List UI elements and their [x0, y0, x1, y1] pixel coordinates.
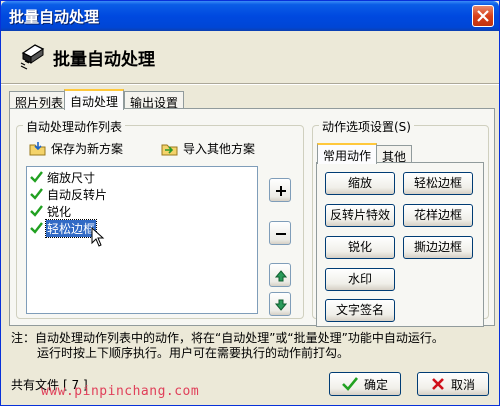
action-options-group-label: 动作选项设置(S) [319, 118, 414, 135]
tab-photo-list[interactable]: 照片列表 [9, 91, 70, 110]
watermark-button[interactable]: 水印 [325, 268, 395, 291]
auto-process-panel: 自动处理动作列表 保存为新方案 导入其他方案 缩放尺寸 自动反转片 锐化 轻松边… [9, 108, 495, 327]
reversal-film-effect-button[interactable]: 反转片特效 [325, 204, 395, 227]
help-note-line-1: 注：自动处理动作列表中的动作，将在“自动处理”或“批量处理”功能中自动运行。 [11, 331, 444, 345]
list-item-selected[interactable]: 轻松边框 [30, 218, 98, 238]
list-item[interactable]: 锐化 [30, 203, 72, 219]
dialog-header: 批量自动处理 [1, 31, 499, 83]
easy-border-button[interactable]: 轻松边框 [403, 172, 473, 195]
cancel-x-icon [432, 378, 444, 390]
checkmark-icon[interactable] [30, 222, 43, 234]
close-button[interactable] [472, 5, 494, 27]
tab-common-actions[interactable]: 常用动作 [317, 143, 378, 164]
ok-button[interactable]: 确定 [329, 372, 401, 396]
title-bar[interactable]: 批量自动处理 [1, 1, 499, 31]
scale-button[interactable]: 缩放 [325, 172, 395, 195]
tab-auto-process[interactable]: 自动处理 [64, 89, 125, 110]
save-scheme-button[interactable]: 保存为新方案 [29, 140, 123, 157]
import-scheme-label: 导入其他方案 [183, 142, 256, 156]
move-down-button[interactable] [269, 292, 291, 316]
move-up-icon [275, 270, 287, 282]
torn-edge-border-button[interactable]: 撕边边框 [403, 236, 473, 259]
site-watermark: www.pinpinchang.com [41, 384, 200, 399]
text-signature-button[interactable]: 文字签名 [325, 299, 395, 322]
list-item[interactable]: 自动反转片 [30, 186, 108, 202]
checkmark-icon[interactable] [30, 188, 43, 200]
checkmark-icon[interactable] [30, 171, 43, 183]
tab-output-settings[interactable]: 输出设置 [124, 91, 185, 110]
move-down-icon [275, 299, 287, 311]
page-title: 批量自动处理 [53, 50, 155, 70]
checkmark-icon [342, 377, 358, 391]
remove-action-button[interactable] [269, 221, 291, 245]
window-title: 批量自动处理 [9, 8, 100, 26]
close-icon [477, 10, 489, 22]
action-options-group: 动作选项设置(S) 常用动作 其他 缩放 轻松边框 反转片特效 花样边框 锐化 … [312, 118, 489, 327]
list-item[interactable]: 缩放尺寸 [30, 169, 96, 185]
fancy-border-button[interactable]: 花样边框 [403, 204, 473, 227]
move-up-button[interactable] [269, 263, 291, 287]
ok-label: 确定 [363, 377, 388, 392]
import-folder-icon [161, 144, 178, 155]
action-list-group-label: 自动处理动作列表 [23, 118, 126, 135]
tab-other[interactable]: 其他 [376, 145, 413, 164]
save-folder-icon [29, 141, 46, 155]
batch-process-icon [20, 44, 45, 70]
add-action-button[interactable] [269, 178, 291, 202]
checkmark-icon[interactable] [30, 205, 43, 217]
remove-icon [276, 233, 286, 235]
cancel-label: 取消 [450, 377, 475, 392]
add-icon [276, 186, 286, 196]
help-note-line-2: 运行时按上下顺序执行。用户可在需要执行的动作前打勾。 [37, 346, 350, 360]
sharpen-button[interactable]: 锐化 [325, 236, 395, 259]
help-note: 注：自动处理动作列表中的动作，将在“自动处理”或“批量处理”功能中自动运行。 运… [11, 331, 491, 361]
batch-process-dialog: 批量自动处理 批量自动处理 照片列表 自动处理 输出设置 自动处理动作列表 保存… [0, 0, 500, 406]
action-list-group: 自动处理动作列表 保存为新方案 导入其他方案 缩放尺寸 自动反转片 锐化 轻松边… [16, 118, 304, 319]
header-divider [1, 83, 499, 85]
common-actions-panel: 缩放 轻松边框 反转片特效 花样边框 锐化 撕边边框 水印 文字签名 [316, 162, 484, 327]
mouse-cursor-icon [91, 227, 105, 247]
cancel-button[interactable]: 取消 [417, 372, 489, 396]
action-list[interactable]: 缩放尺寸 自动反转片 锐化 轻松边框 [26, 166, 258, 314]
import-scheme-button[interactable]: 导入其他方案 [161, 140, 255, 157]
save-scheme-label: 保存为新方案 [51, 142, 124, 156]
